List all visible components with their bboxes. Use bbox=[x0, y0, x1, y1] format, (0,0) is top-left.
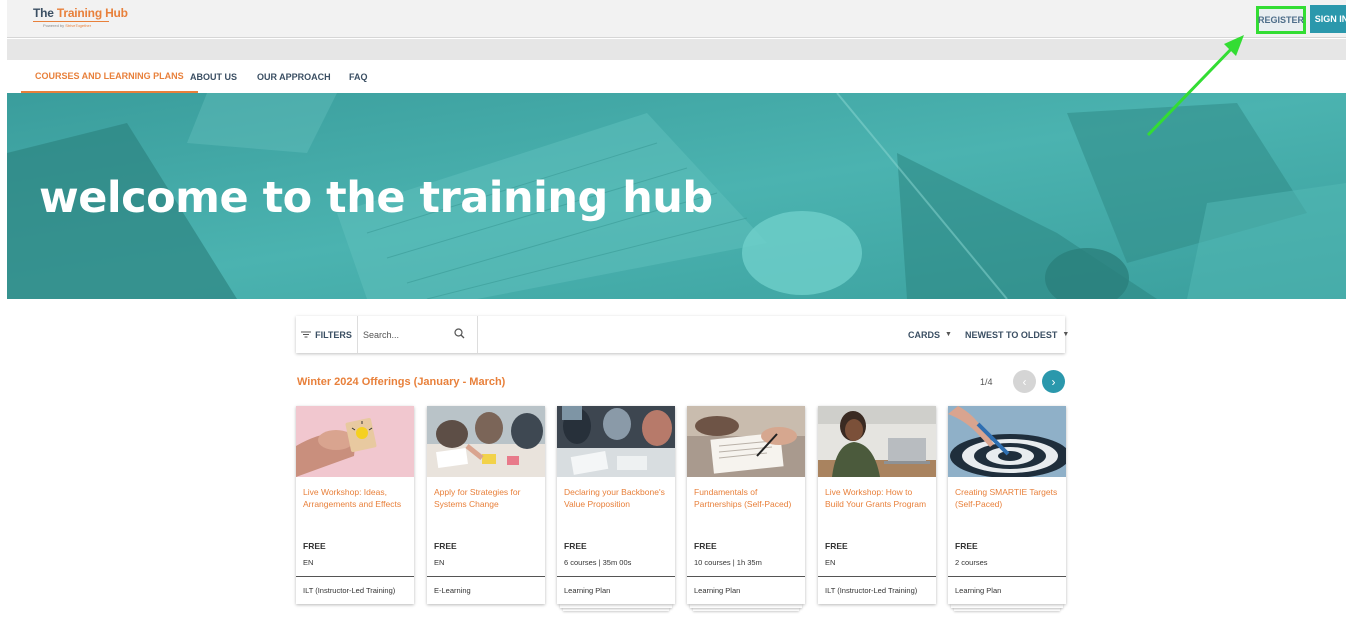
logo-text-the: The bbox=[33, 6, 57, 20]
chevron-right-icon: › bbox=[1051, 374, 1056, 389]
course-card[interactable]: Creating SMARTIE Targets (Self-Paced) FR… bbox=[948, 406, 1066, 611]
filters-button[interactable]: FILTERS bbox=[296, 316, 358, 353]
nav-faq[interactable]: FAQ bbox=[349, 60, 368, 93]
course-price: FREE bbox=[955, 541, 978, 551]
course-price: FREE bbox=[303, 541, 326, 551]
target-dart-image bbox=[948, 406, 1066, 477]
course-type: ILT (Instructor-Led Training) bbox=[303, 586, 396, 595]
team-planning-image bbox=[427, 406, 545, 477]
course-meta: 2 courses bbox=[955, 558, 988, 567]
course-card[interactable]: Apply for Strategies for Systems Change … bbox=[427, 406, 545, 604]
course-card[interactable]: Declaring your Backbone's Value Proposit… bbox=[557, 406, 675, 611]
card-divider bbox=[427, 576, 545, 577]
lightbulb-block-image bbox=[296, 406, 414, 477]
course-title[interactable]: Creating SMARTIE Targets (Self-Paced) bbox=[955, 486, 1063, 510]
course-price: FREE bbox=[825, 541, 848, 551]
page-indicator: 1/4 bbox=[980, 377, 993, 387]
course-title[interactable]: Fundamentals of Partnerships (Self-Paced… bbox=[694, 486, 802, 510]
course-title[interactable]: Apply for Strategies for Systems Change bbox=[434, 486, 542, 510]
section-title: Winter 2024 Offerings (January - March) bbox=[297, 376, 506, 388]
filters-label: FILTERS bbox=[315, 329, 352, 340]
view-mode-dropdown[interactable]: CARDS ▼ bbox=[908, 316, 952, 353]
site-logo[interactable]: The Training Hub Powered by StriveTogeth… bbox=[33, 6, 128, 28]
course-thumbnail bbox=[948, 406, 1066, 477]
course-meta: 10 courses | 1h 35m bbox=[694, 558, 762, 567]
course-meta: EN bbox=[303, 558, 314, 567]
filter-lines-icon bbox=[301, 331, 312, 338]
course-thumbnail bbox=[818, 406, 936, 477]
search-icon[interactable] bbox=[454, 328, 465, 339]
search-input[interactable] bbox=[363, 327, 453, 342]
course-meta: EN bbox=[434, 558, 445, 567]
course-meta: 6 courses | 35m 00s bbox=[564, 558, 632, 567]
course-thumbnail bbox=[296, 406, 414, 477]
course-card[interactable]: Live Workshop: How to Build Your Grants … bbox=[818, 406, 936, 604]
search-box bbox=[358, 316, 478, 353]
card-divider bbox=[296, 576, 414, 577]
course-title[interactable]: Declaring your Backbone's Value Proposit… bbox=[564, 486, 672, 510]
card-divider bbox=[557, 576, 675, 577]
signing-documents-image bbox=[687, 406, 805, 477]
sort-label: NEWEST TO OLDEST bbox=[965, 329, 1058, 340]
course-price: FREE bbox=[434, 541, 457, 551]
logo-underline bbox=[33, 21, 109, 22]
sign-in-button[interactable]: SIGN IN bbox=[1310, 5, 1346, 33]
next-page-button[interactable]: › bbox=[1042, 370, 1065, 393]
course-type: ILT (Instructor-Led Training) bbox=[825, 586, 918, 595]
nav-our-approach[interactable]: OUR APPROACH bbox=[257, 60, 331, 93]
view-mode-label: CARDS bbox=[908, 329, 941, 340]
logo-text-training-hub: Training Hub bbox=[56, 6, 128, 20]
course-thumbnail bbox=[557, 406, 675, 477]
nav-about-us[interactable]: ABOUT US bbox=[190, 60, 237, 93]
nav-courses-and-learning-plans[interactable]: COURSES AND LEARNING PLANS bbox=[21, 60, 198, 93]
business-meeting-image bbox=[557, 406, 675, 477]
annotation-arrow bbox=[1146, 35, 1244, 137]
course-card[interactable]: Fundamentals of Partnerships (Self-Paced… bbox=[687, 406, 805, 611]
sort-dropdown[interactable]: NEWEST TO OLDEST ▼ bbox=[965, 316, 1069, 353]
logo-powered-by: Powered by bbox=[43, 23, 66, 28]
card-divider bbox=[818, 576, 936, 577]
chevron-left-icon: ‹ bbox=[1022, 374, 1027, 389]
course-title[interactable]: Live Workshop: Ideas, Arrangements and E… bbox=[303, 486, 411, 510]
course-type: Learning Plan bbox=[564, 586, 611, 595]
hero-title: welcome to the training hub bbox=[39, 173, 713, 223]
catalog-toolbar: FILTERS CARDS ▼ NEWEST TO OLDEST ▼ bbox=[296, 316, 1069, 353]
chevron-down-icon: ▼ bbox=[945, 331, 952, 338]
prev-page-button[interactable]: ‹ bbox=[1013, 370, 1036, 393]
course-price: FREE bbox=[564, 541, 587, 551]
course-price: FREE bbox=[694, 541, 717, 551]
card-divider bbox=[687, 576, 805, 577]
course-meta: EN bbox=[825, 558, 836, 567]
course-thumbnail bbox=[427, 406, 545, 477]
course-type: Learning Plan bbox=[955, 586, 1002, 595]
course-type: Learning Plan bbox=[694, 586, 741, 595]
course-title[interactable]: Live Workshop: How to Build Your Grants … bbox=[825, 486, 933, 510]
chevron-down-icon: ▼ bbox=[1062, 331, 1070, 338]
course-type: E-Learning bbox=[434, 586, 471, 595]
card-divider bbox=[948, 576, 1066, 577]
course-thumbnail bbox=[687, 406, 805, 477]
woman-at-laptop-image bbox=[818, 406, 936, 477]
logo-brand: StriveTogether bbox=[65, 23, 92, 28]
course-card[interactable]: Live Workshop: Ideas, Arrangements and E… bbox=[296, 406, 414, 604]
